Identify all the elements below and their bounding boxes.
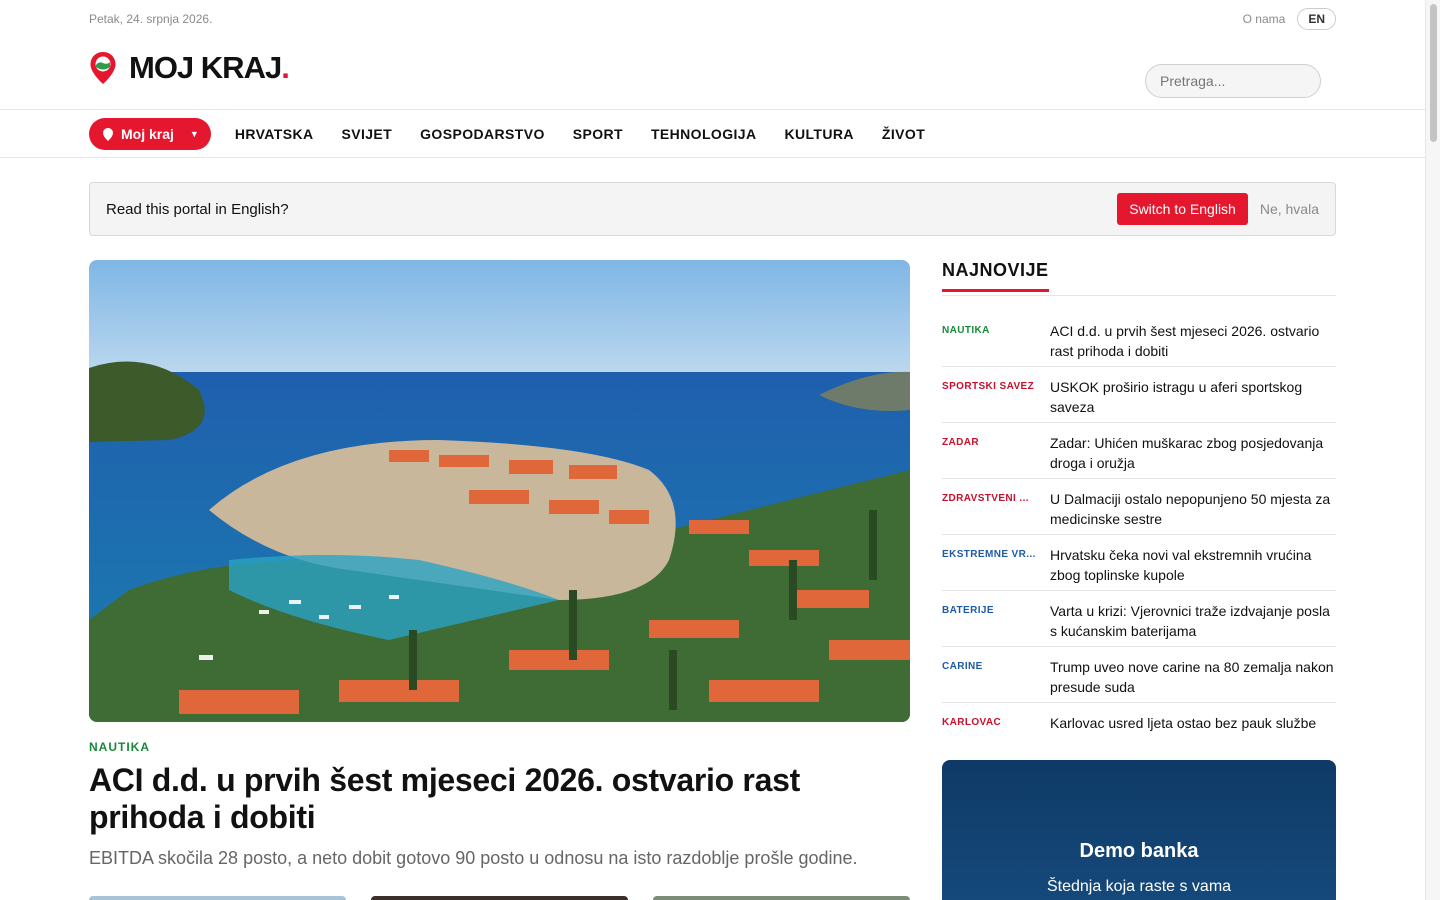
latest-item[interactable]: KARLOVAC Karlovac usred ljeta ostao bez p… [942, 703, 1336, 759]
latest-item-title[interactable]: Zadar: Uhićen muškarac zbog posjedovanja… [1050, 433, 1336, 473]
nav-list: Moj kraj ▼ HRVATSKA SVIJET GOSPODARSTVO SPO… [89, 118, 953, 150]
latest-item[interactable]: EKSTREMNE VR... Hrvatsku čeka novi val ek… [942, 535, 1336, 591]
latest-item-tag[interactable]: NAUTIKA [942, 321, 1050, 336]
chevron-down-icon: ▼ [189, 129, 199, 139]
featured-headline[interactable]: ACI d.d. u prvih šest mjeseci 2026. ostv… [89, 762, 909, 836]
current-date: Petak, 24. srpnja 2026. [89, 12, 213, 26]
thumbnail[interactable] [371, 896, 628, 900]
region-selector-button[interactable]: Moj kraj ▼ [89, 118, 211, 150]
featured-category[interactable]: NAUTIKA [89, 740, 150, 754]
latest-item-tag[interactable]: CARINE [942, 657, 1050, 672]
latest-heading-bar: NAJNOVIJE [942, 260, 1336, 296]
related-thumbnails [89, 896, 910, 900]
switch-to-english-button[interactable]: Switch to English [1117, 193, 1248, 225]
nav-item-svijet[interactable]: SVIJET [341, 118, 392, 150]
ad-banner[interactable]: Demo banka Štednja koja raste s vama [942, 760, 1336, 900]
location-pin-icon [103, 127, 113, 141]
ad-title: Demo banka [1079, 840, 1199, 862]
language-toggle[interactable]: EN [1297, 8, 1336, 30]
site-logo[interactable]: MOJ KRAJ. [89, 50, 290, 86]
latest-heading: NAJNOVIJE [942, 260, 1049, 292]
dubrovnik-photo [89, 260, 910, 722]
latest-item[interactable]: SPORTSKI SAVEZ USKOK proširio istragu u a… [942, 367, 1336, 423]
banner-actions: Switch to English Ne, hvala [1117, 193, 1319, 225]
latest-list: NAUTIKA ACI d.d. u prvih šest mjeseci 202… [942, 311, 1336, 759]
latest-news-sidebar: NAJNOVIJE NAUTIKA ACI d.d. u prvih šest m… [942, 260, 1336, 759]
nav-item-život[interactable]: ŽIVOT [882, 118, 925, 150]
latest-item-tag[interactable]: ZADAR [942, 433, 1050, 448]
about-link[interactable]: O nama [1243, 12, 1286, 26]
latest-item[interactable]: CARINE Trump uveo nove carine na 80 zemal… [942, 647, 1336, 703]
latest-item-title[interactable]: Varta u krizi: Vjerovnici traže izdvajan… [1050, 601, 1336, 641]
top-bar-links: O nama EN [1243, 8, 1336, 30]
nav-item-hrvatska[interactable]: HRVATSKA [235, 118, 314, 150]
decline-button[interactable]: Ne, hvala [1260, 201, 1319, 217]
latest-item-title[interactable]: Trump uveo nove carine na 80 zemalja nak… [1050, 657, 1336, 697]
latest-item-tag[interactable]: BATERIJE [942, 601, 1050, 616]
nav-item-kultura[interactable]: KULTURA [785, 118, 854, 150]
language-prompt: Read this portal in English? [106, 200, 289, 218]
latest-item[interactable]: NAUTIKA ACI d.d. u prvih šest mjeseci 202… [942, 311, 1336, 367]
logo-text: MOJ KRAJ. [129, 50, 290, 85]
featured-lede: EBITDA skočila 28 posto, a neto dobit go… [89, 848, 858, 868]
site-header: MOJ KRAJ. [0, 40, 1425, 110]
search-input[interactable] [1145, 64, 1321, 98]
location-pin-icon [90, 52, 116, 84]
latest-item[interactable]: ZDRAVSTVENI ... U Dalmaciji ostalo nepopu… [942, 479, 1336, 535]
latest-item[interactable]: ZADAR Zadar: Uhićen muškarac zbog posjedo… [942, 423, 1336, 479]
thumbnail[interactable] [653, 896, 910, 900]
latest-item-title[interactable]: USKOK proširio istragu u aferi sportskog… [1050, 377, 1336, 417]
latest-item-tag[interactable]: SPORTSKI SAVEZ [942, 377, 1050, 392]
latest-item-tag[interactable]: ZDRAVSTVENI ... [942, 489, 1050, 504]
latest-item-tag[interactable]: EKSTREMNE VR... [942, 545, 1050, 560]
page-scrollbar[interactable] [1425, 0, 1440, 900]
latest-item-title[interactable]: ACI d.d. u prvih šest mjeseci 2026. ostv… [1050, 321, 1336, 361]
nav-item-gospodarstvo[interactable]: GOSPODARSTVO [420, 118, 545, 150]
language-banner: Read this portal in English? Switch to E… [89, 182, 1336, 236]
latest-item-tag[interactable]: KARLOVAC [942, 713, 1050, 728]
latest-item[interactable]: BATERIJE Varta u krizi: Vjerovnici traže … [942, 591, 1336, 647]
nav-item-tehnologija[interactable]: TEHNOLOGIJA [651, 118, 757, 150]
ad-slogan: Štednja koja raste s vama [1046, 878, 1232, 895]
thumbnail[interactable] [89, 896, 346, 900]
featured-image[interactable] [89, 260, 910, 722]
nav-item-sport[interactable]: SPORT [573, 118, 623, 150]
main-navigation: Moj kraj ▼ HRVATSKA SVIJET GOSPODARSTVO SPO… [0, 110, 1425, 158]
latest-item-title[interactable]: U Dalmaciji ostalo nepopunjeno 50 mjesta… [1050, 489, 1336, 529]
region-selector-label: Moj kraj [121, 126, 174, 142]
top-bar: Petak, 24. srpnja 2026. O nama EN [89, 8, 1336, 30]
scrollbar-thumb[interactable] [1430, 4, 1437, 142]
latest-item-title[interactable]: Hrvatsku čeka novi val ekstremnih vrućin… [1050, 545, 1336, 585]
latest-item-title[interactable]: Karlovac usred ljeta ostao bez pauk služ… [1050, 713, 1316, 733]
